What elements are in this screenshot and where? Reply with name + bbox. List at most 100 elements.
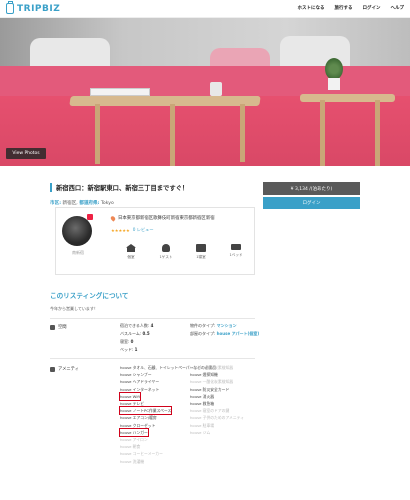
space-item: 物件のタイプ: マンション [190,323,237,328]
logo-text: TRIPBIZ [17,3,61,14]
amenities-left-col: house タオル、石鹸、トイレットペーパーなどの必需品 house シャンプー h… [118,364,216,465]
hero-table-leg [95,104,100,164]
amenity-item: house 煙探知機 [190,371,258,378]
amenity-item: house タオル、石鹸、トイレットペーパーなどの必需品 [120,364,216,371]
location-city: Tokyo [100,201,114,206]
address-text: 日本東京都新宿区歌舞伎町新宿東京都新宿区新宿 [118,216,215,221]
amenity-label: house シャンプー [120,372,152,378]
logo[interactable]: TRIPBIZ [6,1,61,14]
stat-label: 1ゲスト [159,255,173,259]
amenity-item: house ハンガー [119,427,188,438]
amenity-label: house ヘアドライヤー [120,379,160,385]
amenity-item: house 朝食 [120,443,188,450]
amenity-label: house コーヒーメーカー [120,451,163,457]
star-rating: ★★★★★ [111,227,130,233]
divider [50,358,255,359]
amenity-label: house 子供のためのアメニティ [190,415,245,421]
amenity-item: house シャンプー [120,371,188,378]
stat-room-type: 個室 [116,244,146,260]
listing-address: 日本東京都新宿区歌舞伎町新宿東京都新宿区新宿 [109,214,215,222]
stat-label: 1寝室 [196,255,206,259]
amenity-item: house ヘアドライヤー [120,378,188,385]
amenity-label: house インターネット [120,386,160,392]
top-header: TRIPBIZ ホストになる 旅行する ログイン ヘルプ [0,0,410,18]
amenity-label: house Wifi [119,391,141,402]
divider [50,318,255,319]
listing-stats: 個室 1ゲスト 1寝室 1ベッド [116,244,251,260]
space-label: 空間 [58,325,67,330]
amenities-row-label: アメニティ [50,366,79,372]
nav-travel[interactable]: 旅行する [335,5,353,11]
bed-icon [231,244,241,250]
amenity-label: house テレビ [120,401,145,407]
hero-pot [328,78,340,90]
hero-book [90,88,150,96]
hero-photo[interactable] [0,18,410,166]
amenity-label: house 煙探知機 [190,372,218,378]
amenities-icon [50,366,55,372]
location-area: 新宿区 [62,201,77,206]
stat-label: 個室 [127,255,135,259]
amenity-item: house 駐車場 [190,422,258,429]
location-detail-label: 都道府県: [79,201,100,206]
amenity-item: house コーヒーメーカー [120,450,188,457]
stat-guests: 1ゲスト [151,244,181,260]
amenity-item: house 救急箱 [190,400,258,407]
amenity-label: house クローゼット [120,422,156,428]
amenity-label: house 一酸化炭素検知器 [190,365,234,370]
view-photos-button[interactable]: View Photos [6,148,46,159]
space-item: 寝室: 0 [120,339,134,344]
space-row-label: 空間 [50,324,67,330]
space-right-col: 物件のタイプ: マンション 部屋のタイプ: house アパート(個室) [190,322,260,337]
nav-login[interactable]: ログイン [363,5,381,11]
nav-help[interactable]: ヘルプ [391,5,405,11]
hero-table-leg [320,100,325,166]
listing-location: 市区: 新宿区, 都道府県: Tokyo [50,201,114,206]
amenity-label: house ノートPC作業スペース [118,406,173,416]
listing-title-block: 新宿西口：新宿駅東口、新宿三丁目まですぐ！ 市区: 新宿区, 都道府県: Tok… [50,183,260,206]
login-button[interactable]: ログイン [263,197,360,209]
amenity-item: house エアコン/暖房 [120,414,188,421]
hero-plant [325,58,343,80]
hero-sofa-back [0,66,410,96]
amenity-item: house テレビ [120,400,188,407]
person-icon [162,244,170,252]
amenity-label: house 救急箱 [190,401,215,407]
amenity-item: house アイロン [120,436,188,443]
amenity-item: house ノートPC作業スペース [118,406,188,416]
amenity-label: house 一酸化炭素検知器 [190,379,234,385]
avatar[interactable] [62,216,92,246]
top-nav: ホストになる 旅行する ログイン ヘルプ [298,5,405,11]
host-card: 南新宿 日本東京都新宿区歌舞伎町新宿東京都新宿区新宿 ★★★★★ 0 レビュー … [55,207,255,275]
space-item: ベッド: 1 [120,347,138,352]
hero-sofa-seat [0,96,410,166]
amenity-label: house 駐車場 [190,422,215,428]
amenity-label: house ジム [190,429,211,435]
house-icon [126,244,136,252]
space-item: バスルーム: 0.5 [120,331,150,336]
amenity-item: house クローゼット [120,422,188,429]
amenities-label: アメニティ [58,367,80,372]
host-name[interactable]: 南新宿 [64,250,92,256]
stat-bedrooms: 1寝室 [186,244,216,260]
amenity-item: house 一酸化炭素検知器 [190,364,258,371]
about-title: このリスティングについて [50,292,129,300]
nav-become-host[interactable]: ホストになる [298,5,325,11]
stat-beds: 1ベッド [221,244,251,260]
amenity-label: house 防災安全カード [190,386,230,392]
amenity-label: house 洗濯機 [120,458,145,464]
space-item: 部屋のタイプ: house アパート(個室) [190,331,260,336]
amenity-item: house 一酸化炭素検知器 [190,378,258,385]
amenity-item: house 寝室のドアの鍵 [190,407,258,414]
amenity-item: house Wifi [119,391,188,402]
amenity-item: house ジム [190,429,258,436]
rating: ★★★★★ 0 レビュー [111,227,154,233]
amenities-right-col: house 一酸化炭素検知器 house 煙探知機 house 一酸化炭素検知器 ho… [190,364,258,436]
amenity-item: house インターネット [120,386,188,393]
amenity-label: house 朝食 [120,444,141,450]
price-box: ¥ 3,134 /(泊あたり) [263,182,360,195]
stat-label: 1ベッド [229,253,243,257]
listing-title: 新宿西口：新宿駅東口、新宿三丁目まですぐ！ [50,183,260,192]
amenity-label: house ハンガー [119,427,149,438]
review-count[interactable]: 0 レビュー [133,227,154,233]
